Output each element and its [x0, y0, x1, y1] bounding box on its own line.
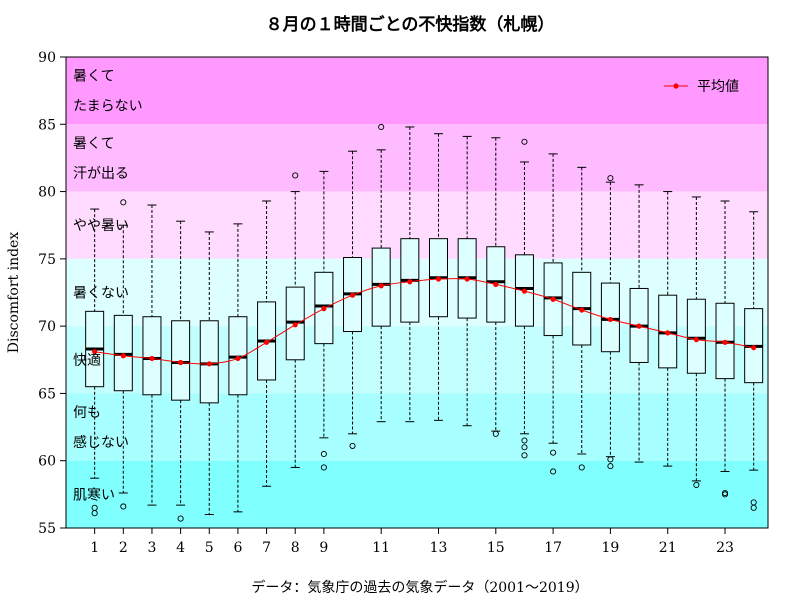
x-tick-label-17: 17 — [544, 540, 562, 556]
band-label-1-0: 暑くて — [73, 136, 115, 152]
mean-point-10 — [349, 292, 356, 298]
chart-title: ８月の１時間ごとの不快指数（札幌） — [266, 14, 555, 35]
mean-point-14 — [464, 276, 470, 282]
band-label-0-1: たまらない — [73, 99, 143, 115]
x-tick-label-9: 9 — [319, 540, 328, 556]
band-1 — [66, 124, 768, 192]
y-axis-label: Discomfort index — [6, 232, 22, 354]
y-tick-label-85: 85 — [38, 117, 56, 133]
mean-point-23 — [722, 339, 728, 345]
mean-point-22 — [693, 337, 699, 343]
x-tick-label-21: 21 — [659, 540, 677, 556]
discomfort-index-chart: ８月の１時間ごとの不快指数（札幌） 暑くてたまらない暑くて汗が出るやや暑い暑くな… — [6, 14, 769, 596]
mean-point-24 — [751, 345, 757, 351]
x-tick-label-23: 23 — [716, 540, 734, 556]
x-tick-label-8: 8 — [291, 540, 300, 556]
y-tick-label-70: 70 — [38, 319, 56, 335]
mean-point-2 — [120, 353, 126, 359]
x-tick-label-11: 11 — [372, 540, 390, 556]
y-tick-label-90: 90 — [38, 50, 56, 66]
x-tick-label-13: 13 — [430, 540, 448, 556]
mean-point-20 — [636, 323, 642, 329]
x-tick-label-15: 15 — [487, 540, 505, 556]
x-tick-label-4: 4 — [176, 540, 185, 556]
x-tick-label-19: 19 — [601, 540, 619, 556]
band-label-5-1: 感じない — [73, 434, 129, 451]
band-label-5-0: 何も — [73, 405, 101, 421]
mean-point-17 — [550, 296, 556, 302]
band-label-4-0: 快適 — [73, 352, 101, 369]
mean-point-8 — [292, 322, 298, 328]
band-label-0-0: 暑くて — [73, 69, 115, 85]
band-label-1-1: 汗が出る — [73, 166, 129, 182]
mean-point-7 — [263, 339, 270, 345]
y-tick-label-80: 80 — [38, 185, 56, 201]
box-3 — [142, 316, 162, 396]
source-note: データ：気象庁の過去の気象データ（2001〜2019） — [251, 579, 588, 596]
band-label-6-0: 肌寒い — [73, 486, 115, 503]
mean-point-16 — [521, 288, 528, 294]
band-0 — [66, 57, 768, 125]
mean-point-12 — [407, 279, 413, 285]
x-tick-label-7: 7 — [262, 540, 271, 556]
band-label-3-0: 暑くない — [73, 286, 129, 302]
mean-point-9 — [321, 306, 327, 312]
box-22 — [686, 298, 706, 374]
mean-point-6 — [235, 355, 241, 362]
mean-point-19 — [607, 316, 614, 323]
x-tick-label-3: 3 — [147, 540, 156, 556]
band-6 — [66, 460, 768, 528]
x-tick-label-1: 1 — [90, 540, 99, 556]
mean-point-11 — [378, 283, 384, 289]
legend-label: 平均値 — [697, 79, 739, 95]
mean-point-4 — [178, 359, 184, 366]
x-tick-label-6: 6 — [233, 540, 242, 556]
y-tick-label-55: 55 — [38, 521, 56, 537]
mean-point-3 — [149, 355, 155, 362]
x-tick-label-5: 5 — [205, 540, 214, 556]
mean-point-21 — [665, 330, 671, 336]
mean-point-5 — [206, 361, 212, 367]
mean-point-13 — [435, 276, 442, 282]
band-label-2-0: やや暑い — [73, 218, 129, 234]
y-tick-label-60: 60 — [38, 454, 56, 470]
y-tick-label-65: 65 — [38, 386, 56, 402]
legend-marker — [673, 83, 679, 89]
mean-point-15 — [493, 281, 499, 288]
mean-point-18 — [579, 307, 585, 313]
x-tick-label-2: 2 — [119, 540, 128, 556]
band-5 — [66, 393, 768, 461]
y-tick-label-75: 75 — [38, 252, 56, 268]
